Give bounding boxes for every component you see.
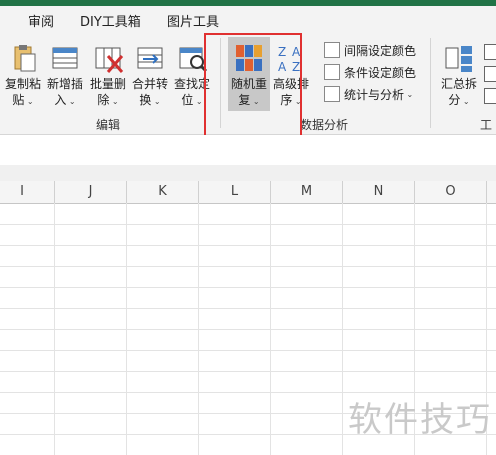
data-analysis-group-label: 数据分析 [300, 118, 349, 132]
chevron-down-icon: ⌄ [404, 89, 414, 99]
group-separator [430, 38, 431, 128]
chevron-down-icon: ⌄ [66, 97, 76, 106]
insert-table-icon [49, 42, 81, 74]
batch-delete-label: 批量删 [89, 77, 126, 91]
copy-paste-button[interactable]: 复制粘 贴 ⌄ [4, 40, 42, 110]
add-insert-label: 新增插 [46, 77, 83, 91]
tools-group-label: 工 [480, 118, 493, 132]
statistics-analysis-label: 统计与分析 [344, 87, 405, 102]
column-header-o[interactable]: O [415, 181, 487, 203]
interval-color-button[interactable]: 间隔设定颜色 [324, 40, 416, 60]
column-header-n[interactable]: N [343, 181, 415, 203]
summary-split-label: 汇总拆 [440, 77, 477, 91]
column-headers: I J K L M N O [0, 181, 496, 204]
clipboard-icon [7, 42, 39, 74]
partial-icon [484, 66, 496, 82]
watermark: 软件技巧 [348, 400, 492, 440]
tab-picture-tools[interactable]: 图片工具 [167, 11, 219, 30]
condition-color-label: 条件设定颜色 [344, 65, 417, 80]
find-locate-label-2: 位 [181, 93, 194, 107]
chevron-down-icon: ⌄ [460, 97, 470, 106]
merge-convert-label-2: 换 [139, 93, 152, 107]
column-header-k[interactable]: K [127, 181, 199, 203]
batch-delete-label-2: 除 [97, 93, 110, 107]
column-header-m[interactable]: M [271, 181, 343, 203]
add-insert-button[interactable]: 新增插 入 ⌄ [46, 40, 84, 110]
merge-convert-button[interactable]: 合并转 换 ⌄ [131, 40, 169, 110]
condition-color-icon [324, 64, 340, 80]
batch-delete-button[interactable]: 批量删 除 ⌄ [89, 40, 127, 110]
copy-paste-label-2: 贴 [12, 93, 25, 107]
merge-convert-label: 合并转 [131, 77, 168, 91]
chevron-down-icon: ⌄ [193, 97, 203, 106]
summary-split-button[interactable]: 汇总拆 分 ⌄ [440, 40, 478, 110]
interval-color-label: 间隔设定颜色 [344, 43, 417, 58]
chevron-down-icon: ⌄ [24, 97, 34, 106]
edit-group-label: 编辑 [96, 118, 121, 132]
merge-icon [134, 42, 166, 74]
add-insert-label-2: 入 [54, 93, 67, 107]
delete-table-icon [92, 42, 124, 74]
ribbon-tabs: 审阅 DIY工具箱 图片工具 [0, 6, 496, 35]
column-header-i[interactable]: I [0, 181, 55, 203]
summary-split-label-2: 分 [448, 93, 461, 107]
chevron-down-icon: ⌄ [151, 97, 161, 106]
formula-bar-gap [0, 165, 496, 181]
summary-split-icon [443, 42, 475, 74]
column-header-j[interactable]: J [55, 181, 127, 203]
chevron-down-icon: ⌄ [109, 97, 119, 106]
condition-color-button[interactable]: 条件设定颜色 [324, 62, 416, 82]
tab-review[interactable]: 审阅 [28, 11, 54, 30]
tab-diy-toolbox[interactable]: DIY工具箱 [80, 11, 141, 30]
formula-bar[interactable] [0, 135, 496, 166]
partial-icon [484, 44, 496, 60]
statistics-analysis-button[interactable]: 统计与分析 ⌄ [324, 84, 413, 104]
column-header-l[interactable]: L [199, 181, 271, 203]
copy-paste-label: 复制粘 [4, 77, 41, 91]
partial-icon [484, 88, 496, 104]
statistics-icon [324, 86, 340, 102]
interval-color-icon [324, 42, 340, 58]
